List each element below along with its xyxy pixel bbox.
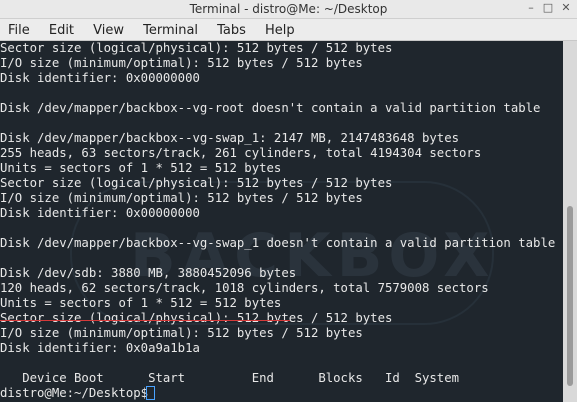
terminal-line: I/O size (minimum/optimal): 512 bytes / …	[0, 191, 363, 205]
highlight-underline	[0, 320, 290, 321]
terminal-line: I/O size (minimum/optimal): 512 bytes / …	[0, 56, 363, 70]
window-title: Terminal - distro@Me: ~/Desktop	[189, 2, 388, 16]
menu-bar: File Edit View Terminal Tabs Help	[0, 19, 577, 41]
terminal-window: Terminal - distro@Me: ~/Desktop – □ ✕ Fi…	[0, 0, 577, 402]
terminal-line: Units = sectors of 1 * 512 = 512 bytes	[0, 161, 282, 175]
menu-edit[interactable]: Edit	[49, 20, 74, 41]
terminal-line: Disk /dev/mapper/backbox--vg-swap_1 does…	[0, 236, 556, 250]
terminal-line: I/O size (minimum/optimal): 512 bytes / …	[0, 326, 363, 340]
terminal-line: Disk /dev/mapper/backbox--vg-root doesn'…	[0, 101, 541, 115]
terminal-line: Disk /dev/mapper/backbox--vg-swap_1: 214…	[0, 131, 460, 145]
terminal-line: Device Boot Start End Blocks Id System	[0, 371, 460, 385]
terminal-line: Disk identifier: 0x00000000	[0, 71, 200, 85]
terminal-line: Disk identifier: 0x0a9a1b1a	[0, 341, 200, 355]
shell-prompt: distro@Me:~/Desktop$	[0, 386, 156, 400]
menu-view[interactable]: View	[93, 20, 124, 41]
terminal-line: Units = sectors of 1 * 512 = 512 bytes	[0, 296, 282, 310]
vertical-scrollbar[interactable]	[563, 41, 577, 402]
scrollbar-thumb[interactable]	[567, 206, 573, 386]
terminal-line: Sector size (logical/physical): 512 byte…	[0, 311, 393, 325]
text-cursor	[146, 386, 155, 400]
close-icon[interactable]: ✕	[560, 2, 572, 14]
menu-help[interactable]: Help	[265, 20, 295, 41]
terminal-line: Disk identifier: 0x00000000	[0, 206, 200, 220]
minimize-icon[interactable]: –	[525, 2, 537, 14]
title-bar[interactable]: Terminal - distro@Me: ~/Desktop – □ ✕	[0, 0, 577, 19]
terminal-output[interactable]: BACKBOX Sector size (logical/physical): …	[0, 41, 563, 402]
terminal-line: 255 heads, 63 sectors/track, 261 cylinde…	[0, 146, 482, 160]
terminal-line: Sector size (logical/physical): 512 byte…	[0, 176, 393, 190]
terminal-line: Disk /dev/sdb: 3880 MB, 3880452096 bytes	[0, 266, 297, 280]
terminal-line: 120 heads, 62 sectors/track, 1018 cylind…	[0, 281, 489, 295]
menu-tabs[interactable]: Tabs	[217, 20, 246, 41]
menu-terminal[interactable]: Terminal	[143, 20, 198, 41]
terminal-line: Sector size (logical/physical): 512 byte…	[0, 41, 393, 55]
menu-file[interactable]: File	[8, 20, 30, 41]
maximize-icon[interactable]: □	[542, 2, 554, 14]
